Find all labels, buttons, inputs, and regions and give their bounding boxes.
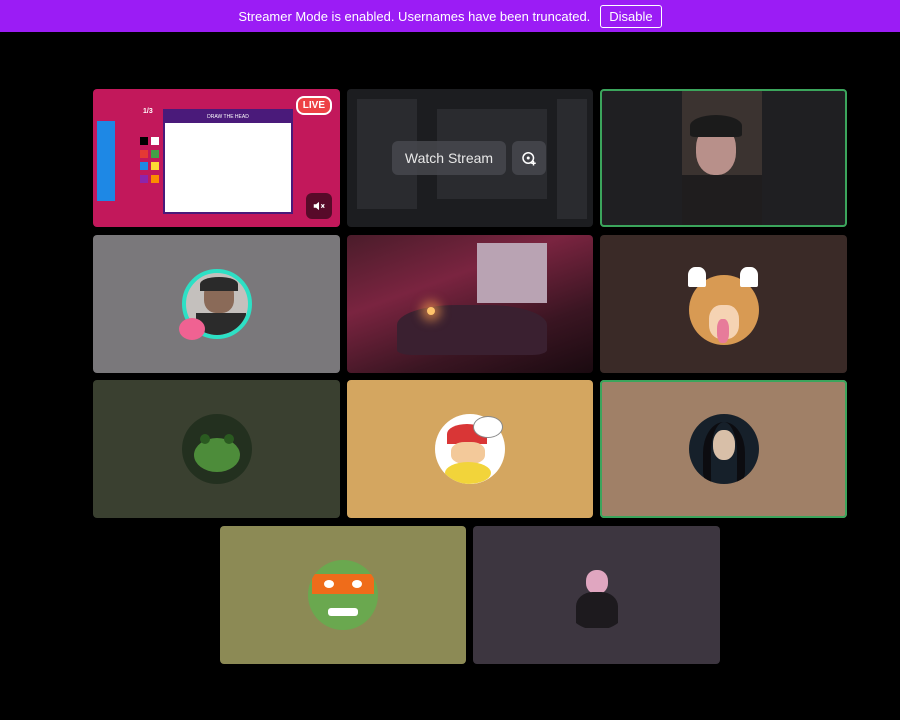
- avatar: [308, 560, 378, 630]
- video-tile-camera[interactable]: [600, 89, 847, 227]
- participant-tile-4[interactable]: [347, 380, 593, 518]
- avatar: [562, 560, 632, 630]
- streamer-mode-banner: Streamer Mode is enabled. Usernames have…: [0, 0, 900, 32]
- round-counter: 1/3: [143, 108, 153, 115]
- avatar-decoration-icon: [179, 318, 205, 340]
- participant-tile-5[interactable]: [600, 380, 847, 518]
- disable-streamer-mode-button[interactable]: Disable: [600, 4, 662, 28]
- game-header: DRAW THE HEAD: [165, 111, 291, 123]
- camera-feed: [347, 235, 593, 373]
- participant-tile-7[interactable]: [473, 526, 720, 664]
- participant-tile-3[interactable]: [93, 380, 340, 518]
- participant-tile-1[interactable]: [93, 235, 340, 373]
- participant-tile-2[interactable]: [600, 235, 847, 373]
- stream-tile-watch[interactable]: Watch Stream: [347, 89, 593, 227]
- speaker-muted-icon[interactable]: [306, 193, 332, 219]
- color-palette: [140, 137, 160, 185]
- cat-ears-decoration-icon: [688, 267, 758, 289]
- stream-tile-game[interactable]: 1/3 DRAW THE HEAD LIVE: [93, 89, 340, 227]
- popout-stream-icon[interactable]: [512, 141, 546, 175]
- camera-feed: [682, 91, 762, 225]
- participant-tile-6[interactable]: [220, 526, 466, 664]
- avatar: [688, 414, 759, 484]
- video-tile-room[interactable]: [347, 235, 593, 373]
- speech-bubble-icon: [473, 416, 503, 438]
- drawing-canvas: DRAW THE HEAD: [163, 109, 293, 214]
- stream-chat-panel: [97, 121, 115, 201]
- streamer-mode-message: Streamer Mode is enabled. Usernames have…: [238, 8, 591, 24]
- avatar: [181, 414, 252, 484]
- live-badge: LIVE: [295, 96, 332, 115]
- watch-stream-button[interactable]: Watch Stream: [392, 141, 506, 175]
